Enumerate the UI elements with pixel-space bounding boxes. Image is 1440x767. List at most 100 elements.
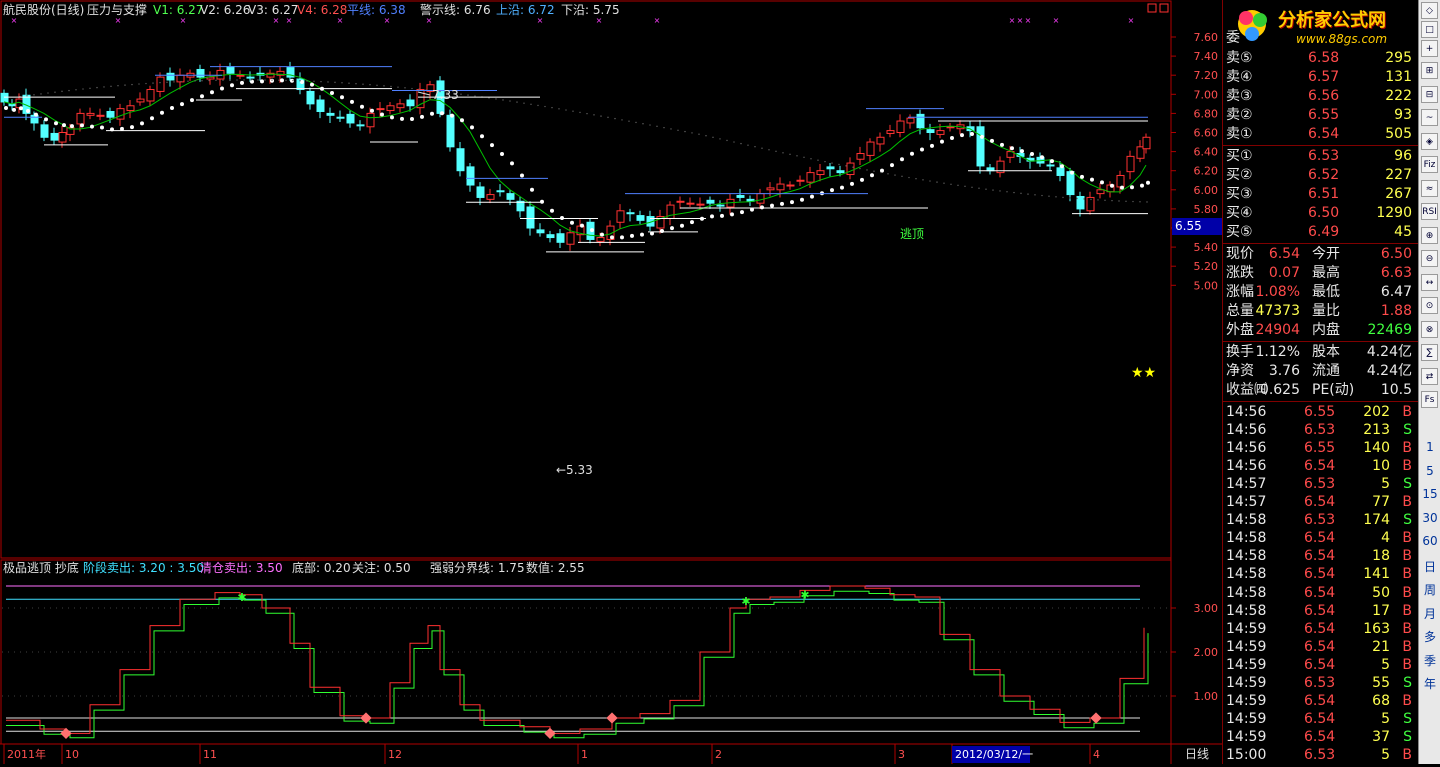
toolbar-tool-icon[interactable]: ⊗: [1421, 320, 1438, 338]
toolbar-button[interactable]: ◇: [1421, 2, 1438, 19]
period-switch-日[interactable]: 日: [1420, 558, 1440, 575]
long-ma-dot: [614, 117, 616, 120]
support-dot: [360, 104, 364, 109]
support-dot: [180, 102, 184, 107]
osc-sell-marker: ✱: [741, 595, 750, 608]
long-ma-dot: [950, 183, 952, 185]
long-ma-dot: [971, 186, 973, 189]
period-switch-15[interactable]: 15: [1420, 487, 1440, 501]
toolbar-tool-icon[interactable]: Fiz: [1421, 156, 1438, 173]
kline-chart-area[interactable]: 7.60 7.40 7.20 7.00 6.80 6.60 6.40 6.20 6.00 5.80…: [0, 0, 1222, 764]
price-tick-label: 6.20: [1194, 165, 1219, 178]
kline-chart-svg[interactable]: 7.60 7.40 7.20 7.00 6.80 6.60 6.40 6.20 6.00 5.80…: [0, 0, 1222, 764]
support-dot: [690, 220, 694, 225]
period-switch-多[interactable]: 多: [1420, 628, 1440, 645]
long-ma-dot: [82, 88, 84, 90]
support-dot: [44, 117, 48, 122]
period-switch-月[interactable]: 月: [1420, 605, 1440, 622]
long-ma-dot: [215, 79, 217, 82]
candle-body: [596, 237, 605, 242]
period-switch-年[interactable]: 年: [1420, 675, 1440, 692]
candle-body: [136, 98, 145, 103]
long-ma-dot: [355, 82, 357, 85]
toolbar-tool-icon[interactable]: RSI: [1421, 203, 1438, 220]
long-ma-dot: [824, 160, 826, 163]
long-ma-dot: [670, 128, 672, 130]
period-switch-30[interactable]: 30: [1420, 511, 1440, 525]
toolbar-tool-icon[interactable]: ⊙: [1421, 297, 1438, 314]
toolbar-tool-icon[interactable]: Fs: [1421, 391, 1438, 408]
price-tick-label: 7.20: [1194, 69, 1219, 82]
long-ma-dot: [1118, 200, 1120, 202]
support-dot: [510, 161, 514, 166]
long-ma-dot: [852, 166, 854, 168]
candle-body: [156, 76, 165, 92]
support-dot: [960, 133, 964, 138]
osc-buy-marker: [1090, 712, 1102, 724]
toolbar-tool-icon[interactable]: ⊕: [1421, 226, 1438, 244]
support-dot: [520, 173, 524, 178]
candle-body: [936, 130, 945, 135]
candle-body: [496, 190, 505, 193]
long-ma-dot: [999, 190, 1001, 192]
right-toolbar: ◇ □ + ⊞ ⊟ ~ ◈ Fiz ≈ RSI ⊕ ⊖ ↔ ⊙ ⊗ ∑ ⇄ Fs 1 5 15 30 60 日周月多季年: [1418, 0, 1440, 764]
support-dot: [570, 220, 574, 225]
tick-side: S: [1403, 476, 1412, 493]
toolbar-tool-icon[interactable]: ⊖: [1421, 250, 1438, 267]
period-switch-季[interactable]: 季: [1420, 652, 1440, 669]
tick-side: B: [1402, 656, 1412, 673]
toolbar-tool-icon[interactable]: ~: [1421, 109, 1438, 126]
tick-volume: 5: [1381, 710, 1390, 727]
candle-body: [58, 132, 67, 143]
candle-body: [346, 113, 355, 124]
toolbar-button[interactable]: □: [1421, 21, 1438, 38]
support-dot: [990, 138, 994, 143]
bid-label: 买③: [1226, 186, 1253, 202]
toolbar-tool-icon[interactable]: ⊟: [1421, 85, 1438, 103]
tick-volume: 5: [1381, 746, 1390, 763]
long-ma-dot: [306, 80, 308, 82]
toolbar-tool-icon[interactable]: ⊞: [1421, 62, 1438, 79]
signal-marker: ×: [596, 16, 603, 25]
long-ma-dot: [320, 80, 322, 83]
period-switch-5[interactable]: 5: [1420, 464, 1440, 478]
support-dot: [620, 235, 624, 240]
long-ma-dot: [586, 112, 588, 115]
tick-side: S: [1403, 512, 1412, 529]
signal-marker: ×: [654, 16, 661, 25]
signal-marker: ×: [1025, 16, 1032, 25]
tick-volume: 213: [1363, 422, 1390, 439]
support-dot: [770, 203, 774, 208]
bid-row: 买① 6.53 96: [1226, 147, 1416, 165]
price-tick-label: 5.40: [1194, 241, 1219, 254]
candle-body: [556, 233, 565, 243]
tick-side: B: [1402, 458, 1412, 475]
toolbar-tool-icon[interactable]: ⇄: [1421, 367, 1438, 385]
signal-marker: ×: [11, 16, 18, 25]
tick-price: 6.53: [1304, 422, 1336, 439]
period-switch-周[interactable]: 周: [1420, 581, 1440, 598]
long-ma-dot: [54, 91, 56, 93]
long-ma-dot: [145, 82, 147, 85]
period-switch-1[interactable]: 1: [1420, 440, 1440, 454]
support-dot: [590, 228, 594, 233]
long-ma-dot: [166, 81, 168, 83]
toolbar-tool-icon[interactable]: ◈: [1421, 132, 1438, 150]
candle-body: [626, 212, 635, 215]
tick-price: 6.54: [1304, 692, 1336, 709]
candle-body: [376, 108, 385, 111]
stat-row: 现价 6.54 今开 6.50: [1226, 245, 1416, 263]
date-label: 3: [898, 748, 905, 761]
long-ma-dot: [782, 152, 784, 154]
period-switch-60[interactable]: 60: [1420, 534, 1440, 548]
toolbar-tool-icon[interactable]: ≈: [1421, 179, 1438, 197]
support-dot: [920, 147, 924, 152]
toolbar-button[interactable]: +: [1421, 40, 1438, 57]
toolbar-tool-icon[interactable]: ∑: [1421, 344, 1438, 361]
support-dot: [610, 235, 614, 240]
v2-value: V2: 6.26: [200, 3, 250, 17]
toolbar-tool-icon[interactable]: ↔: [1421, 273, 1438, 291]
stat-label: 现价: [1226, 246, 1254, 262]
support-dot: [100, 125, 104, 130]
long-ma-dot: [75, 89, 77, 91]
